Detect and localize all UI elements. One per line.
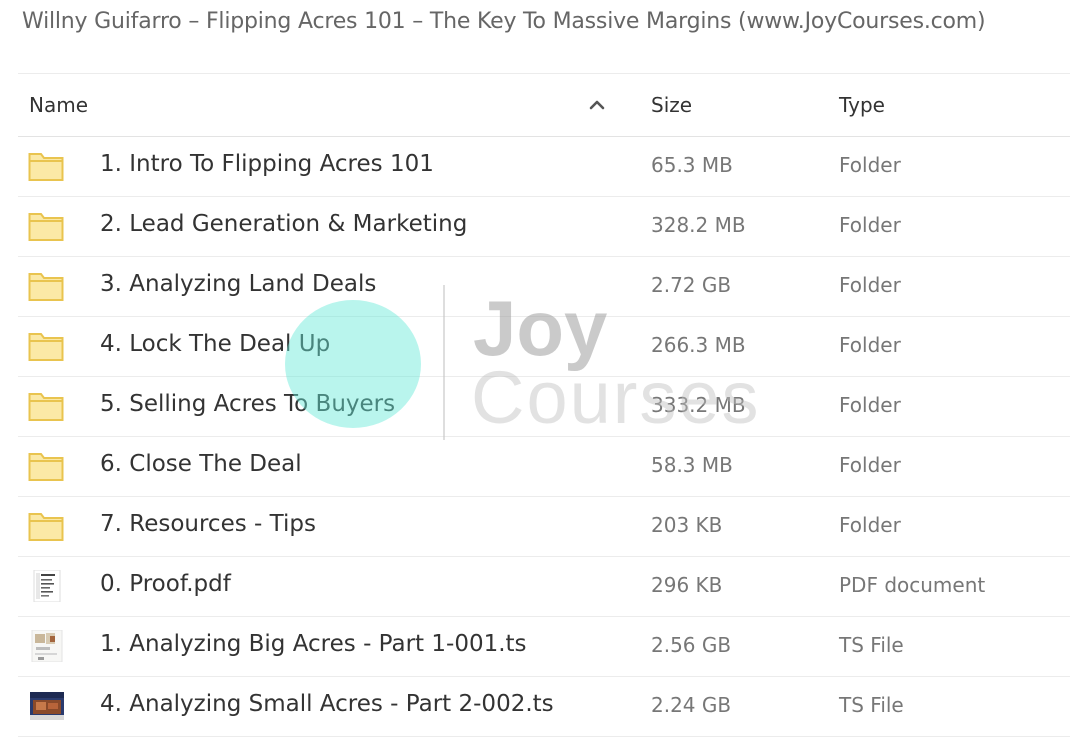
file-name[interactable]: 5. Selling Acres To Buyers [100,391,395,417]
pdf-thumbnail-icon [33,570,61,602]
folder-icon [28,273,64,301]
file-name[interactable]: 4. Analyzing Small Acres - Part 2-002.ts [100,691,554,717]
file-name[interactable]: 1. Analyzing Big Acres - Part 1-001.ts [100,631,527,657]
column-header-type[interactable]: Type [839,93,885,117]
file-type: Folder [839,513,901,537]
file-size: 266.3 MB [651,333,746,357]
file-size: 65.3 MB [651,153,733,177]
table-header: Name Size Type [18,74,1070,137]
file-type: Folder [839,273,901,297]
file-size: 2.56 GB [651,633,732,657]
file-size: 2.24 GB [651,693,732,717]
folder-icon [28,153,64,181]
file-size: 328.2 MB [651,213,746,237]
folder-icon [28,453,64,481]
file-type: TS File [839,633,904,657]
folder-icon [28,213,64,241]
table-row[interactable]: 4. Analyzing Small Acres - Part 2-002.ts… [18,677,1070,737]
file-table: Name Size Type 1. Intro To Flipping Acre… [18,73,1070,737]
column-header-size[interactable]: Size [651,93,692,117]
file-name[interactable]: 1. Intro To Flipping Acres 101 [100,151,434,177]
file-type: PDF document [839,573,986,597]
file-type: Folder [839,453,901,477]
table-row[interactable]: 2. Lead Generation & Marketing 328.2 MB … [18,197,1070,257]
video-thumbnail-icon [30,692,64,720]
table-row[interactable]: 1. Intro To Flipping Acres 101 65.3 MB F… [18,137,1070,197]
file-size: 203 KB [651,513,723,537]
file-size: 333.2 MB [651,393,746,417]
page-title: Willny Guifarro – Flipping Acres 101 – T… [22,9,986,34]
file-type: Folder [839,213,901,237]
file-size: 2.72 GB [651,273,732,297]
file-name[interactable]: 3. Analyzing Land Deals [100,271,376,297]
file-size: 58.3 MB [651,453,733,477]
folder-icon [28,513,64,541]
chevron-up-icon[interactable] [588,96,606,114]
table-row[interactable]: 0. Proof.pdf 296 KB PDF document [18,557,1070,617]
table-row[interactable]: 4. Lock The Deal Up 266.3 MB Folder [18,317,1070,377]
file-type: Folder [839,393,901,417]
table-row[interactable]: 7. Resources - Tips 203 KB Folder [18,497,1070,557]
file-type: Folder [839,153,901,177]
table-row[interactable]: 1. Analyzing Big Acres - Part 1-001.ts 2… [18,617,1070,677]
file-name[interactable]: 2. Lead Generation & Marketing [100,211,467,237]
table-row[interactable]: 6. Close The Deal 58.3 MB Folder [18,437,1070,497]
folder-icon [28,333,64,361]
folder-icon [28,393,64,421]
file-name[interactable]: 6. Close The Deal [100,451,302,477]
video-thumbnail-icon [31,630,63,662]
file-name[interactable]: 4. Lock The Deal Up [100,331,330,357]
table-row[interactable]: 5. Selling Acres To Buyers 333.2 MB Fold… [18,377,1070,437]
file-type: Folder [839,333,901,357]
file-name[interactable]: 7. Resources - Tips [100,511,316,537]
file-size: 296 KB [651,573,723,597]
file-type: TS File [839,693,904,717]
file-name[interactable]: 0. Proof.pdf [100,571,231,597]
column-header-name[interactable]: Name [29,93,88,117]
table-row[interactable]: 3. Analyzing Land Deals 2.72 GB Folder [18,257,1070,317]
